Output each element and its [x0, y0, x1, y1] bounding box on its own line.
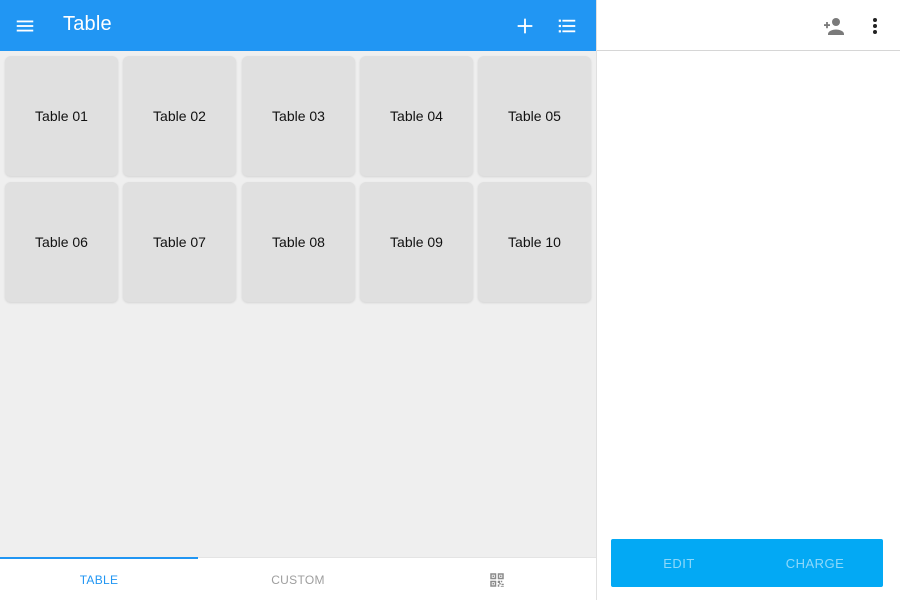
table-tile[interactable]: Table 01	[5, 56, 118, 176]
menu-icon[interactable]	[14, 15, 36, 37]
table-tile[interactable]: Table 05	[478, 56, 591, 176]
order-pane: EDIT CHARGE	[596, 0, 900, 600]
edit-button[interactable]: EDIT	[611, 539, 747, 587]
qr-code-icon	[490, 572, 504, 587]
table-tile[interactable]: Table 08	[242, 182, 355, 302]
app-root: Table Table 01 Table 02 Table 03 Table 0…	[0, 0, 900, 600]
app-bar: Table	[0, 0, 596, 51]
tab-table[interactable]: TABLE	[0, 558, 198, 600]
bottom-navigation: TABLE CUSTOM	[0, 557, 596, 600]
table-tile[interactable]: Table 03	[242, 56, 355, 176]
charge-button[interactable]: CHARGE	[747, 539, 883, 587]
list-icon[interactable]	[556, 15, 578, 37]
plus-icon[interactable]	[514, 15, 536, 37]
more-vert-icon[interactable]	[865, 15, 885, 37]
table-tile[interactable]: Table 07	[123, 182, 236, 302]
tab-qr[interactable]	[398, 558, 596, 600]
table-tile[interactable]: Table 02	[123, 56, 236, 176]
order-header	[597, 0, 900, 51]
tab-custom[interactable]: CUSTOM	[198, 558, 398, 600]
page-title: Table	[63, 13, 112, 35]
add-person-icon[interactable]	[821, 15, 845, 37]
table-tile[interactable]: Table 09	[360, 182, 473, 302]
table-tile[interactable]: Table 06	[5, 182, 118, 302]
table-tile[interactable]: Table 04	[360, 56, 473, 176]
table-pane: Table Table 01 Table 02 Table 03 Table 0…	[0, 0, 596, 600]
action-bar: EDIT CHARGE	[611, 539, 883, 587]
table-tile[interactable]: Table 10	[478, 182, 591, 302]
